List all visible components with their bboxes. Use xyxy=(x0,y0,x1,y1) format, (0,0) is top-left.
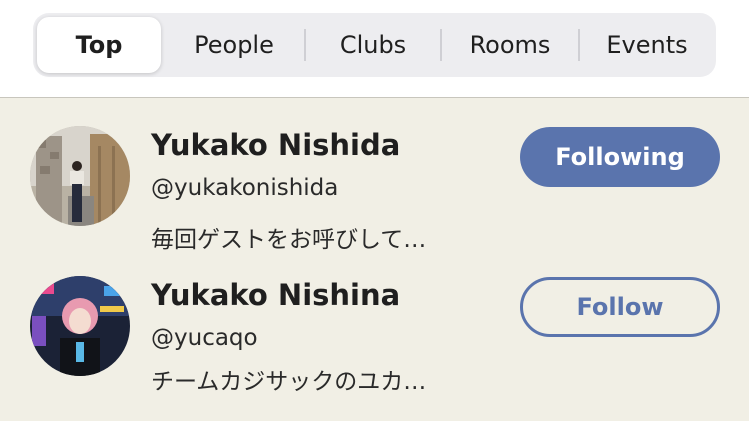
tab-people[interactable]: People xyxy=(165,17,303,73)
top-bar: Top People Clubs Rooms Events xyxy=(0,0,749,98)
following-button[interactable]: Following xyxy=(520,127,720,187)
user-row[interactable]: Yukako Nishina @yucaqo チームカジサックのユカ… Foll… xyxy=(0,248,749,398)
user-handle: @yucaqo xyxy=(151,325,258,351)
user-row[interactable]: Yukako Nishida @yukakonishida 毎回ゲストをお呼びし… xyxy=(0,98,749,253)
tab-events[interactable]: Events xyxy=(580,17,714,73)
follow-button[interactable]: Follow xyxy=(520,277,720,337)
user-name[interactable]: Yukako Nishida xyxy=(151,128,400,162)
user-name[interactable]: Yukako Nishina xyxy=(151,278,400,312)
tab-rooms[interactable]: Rooms xyxy=(442,17,578,73)
tab-top[interactable]: Top xyxy=(37,17,161,73)
user-handle: @yukakonishida xyxy=(151,175,339,201)
avatar[interactable] xyxy=(30,276,130,376)
search-category-tabs: Top People Clubs Rooms Events xyxy=(33,13,716,77)
tab-clubs[interactable]: Clubs xyxy=(306,17,440,73)
avatar[interactable] xyxy=(30,126,130,226)
user-bio: チームカジサックのユカ… xyxy=(151,369,427,395)
